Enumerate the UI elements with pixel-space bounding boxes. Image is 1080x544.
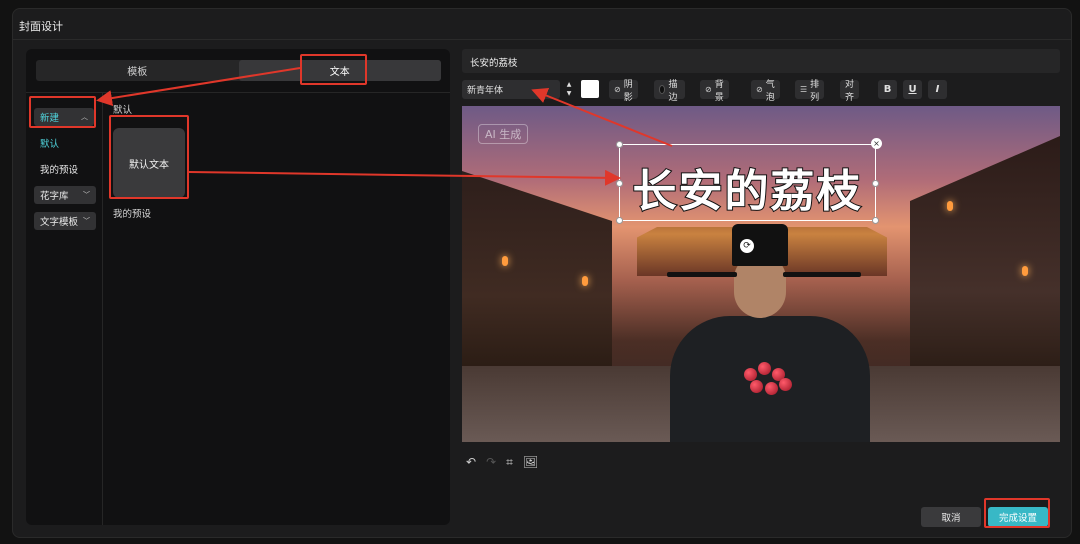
annotation-arrows [96, 67, 673, 186]
